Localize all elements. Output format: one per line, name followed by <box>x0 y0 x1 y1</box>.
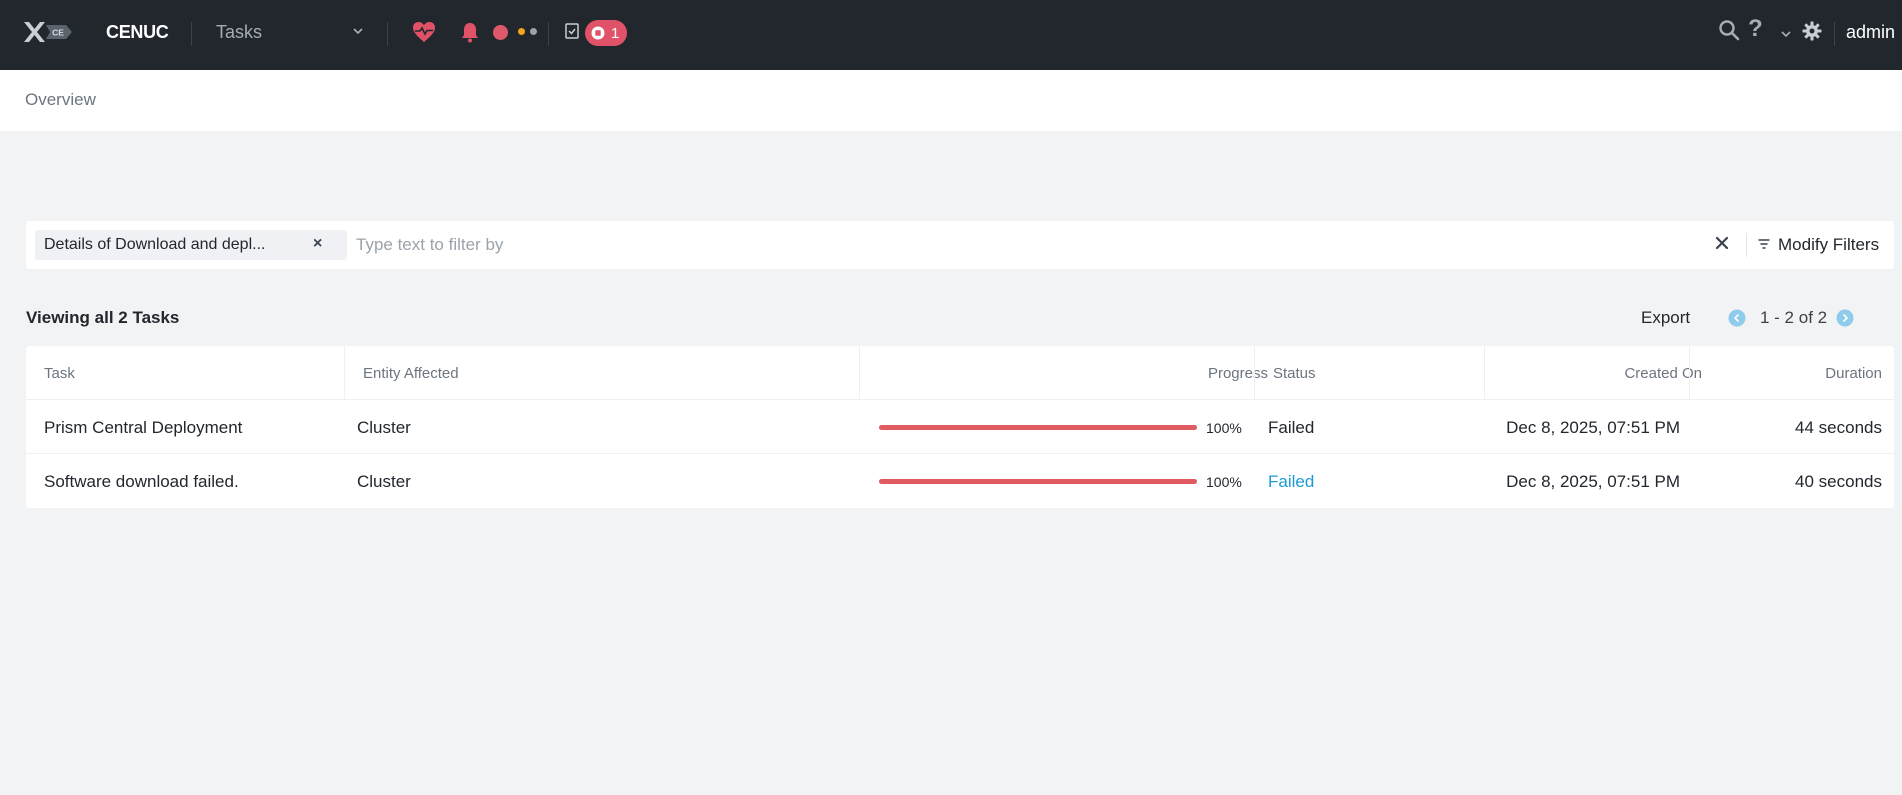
divider <box>1746 233 1747 257</box>
divider <box>191 22 192 46</box>
stop-circle-icon <box>591 26 605 40</box>
breadcrumb[interactable]: Overview <box>25 90 96 110</box>
divider <box>1834 22 1835 46</box>
filter-chip-remove-icon[interactable]: × <box>313 235 322 253</box>
table-header-row: Task Entity Affected Progress Status Cre… <box>26 346 1894 400</box>
progress-bar-fill <box>879 479 1197 484</box>
filter-funnel-icon[interactable] <box>1758 238 1770 250</box>
entity-affected: Cluster <box>357 418 411 437</box>
chevron-down-icon[interactable] <box>351 24 365 38</box>
task-name[interactable]: Prism Central Deployment <box>44 418 242 438</box>
task-duration: 44 seconds <box>1795 418 1882 437</box>
export-button[interactable]: Export <box>1641 308 1690 328</box>
column-divider <box>859 346 860 400</box>
column-divider <box>1689 346 1690 400</box>
column-divider <box>1254 346 1255 400</box>
entity-affected: Cluster <box>357 472 411 491</box>
progress-bar <box>879 425 1197 430</box>
top-navigation-bar: CE CENUC Tasks 1 ? admin <box>0 0 1902 70</box>
clear-filters-icon[interactable] <box>1714 235 1730 251</box>
column-header-task[interactable]: Task <box>44 365 75 382</box>
running-tasks-badge[interactable]: 1 <box>585 20 628 46</box>
column-header-duration[interactable]: Duration <box>1716 365 1882 382</box>
breadcrumb-bar: Overview <box>0 70 1902 131</box>
filter-chip[interactable]: Details of Download and depl... × <box>35 230 347 260</box>
next-page-icon[interactable] <box>1836 309 1854 327</box>
progress-bar-fill <box>879 425 1197 430</box>
help-icon[interactable]: ? <box>1748 15 1763 43</box>
main-nav-select[interactable]: Tasks <box>216 22 262 43</box>
bell-icon[interactable] <box>460 21 480 43</box>
created-on: Dec 8, 2025, 07:51 PM <box>1506 472 1680 491</box>
prism-logo-icon[interactable]: CE <box>22 20 78 44</box>
divider <box>548 22 549 46</box>
task-status-link[interactable]: Failed <box>1268 472 1314 492</box>
health-heart-icon[interactable] <box>412 21 436 43</box>
created-on: Dec 8, 2025, 07:51 PM <box>1506 418 1680 437</box>
previous-page-icon[interactable] <box>1728 309 1746 327</box>
column-divider <box>344 346 345 400</box>
filter-search-input[interactable] <box>356 231 1256 259</box>
task-duration: 40 seconds <box>1795 472 1882 491</box>
chevron-down-icon[interactable] <box>1780 28 1792 40</box>
cluster-name[interactable]: CENUC <box>106 22 169 43</box>
divider <box>387 22 388 46</box>
tasks-table: Task Entity Affected Progress Status Cre… <box>26 346 1894 508</box>
column-header-created-on[interactable]: Created On <box>1496 365 1702 382</box>
critical-alert-dot[interactable] <box>493 25 508 40</box>
progress-bar <box>879 479 1197 484</box>
results-summary: Viewing all 2 Tasks <box>26 308 180 327</box>
filter-bar: Details of Download and depl... × Modify… <box>26 221 1894 269</box>
logo-mark-text: CE <box>52 28 64 38</box>
task-status: Failed <box>1268 418 1315 437</box>
table-row[interactable]: Software download failed. Cluster 100% F… <box>26 454 1894 508</box>
warning-alert-dot[interactable] <box>518 28 525 35</box>
table-row[interactable]: Prism Central Deployment Cluster 100% Fa… <box>26 400 1894 454</box>
column-divider <box>1484 346 1485 400</box>
search-icon[interactable] <box>1718 19 1740 41</box>
info-alert-dot[interactable] <box>530 28 537 35</box>
progress-percent: 100% <box>1206 474 1242 490</box>
tasks-clipboard-icon[interactable] <box>564 22 580 40</box>
column-header-status[interactable]: Status <box>1273 365 1316 382</box>
task-name[interactable]: Software download failed. <box>44 472 239 492</box>
column-header-entity[interactable]: Entity Affected <box>363 365 459 382</box>
column-header-progress[interactable]: Progress <box>1096 365 1268 382</box>
gear-icon[interactable] <box>1802 21 1822 41</box>
modify-filters-button[interactable]: Modify Filters <box>1778 235 1879 255</box>
running-tasks-count: 1 <box>611 24 620 42</box>
pagination-range: 1 - 2 of 2 <box>1760 308 1828 327</box>
progress-percent: 100% <box>1206 420 1242 436</box>
filter-chip-label: Details of Download and depl... <box>44 236 266 253</box>
user-menu[interactable]: admin <box>1846 22 1902 43</box>
